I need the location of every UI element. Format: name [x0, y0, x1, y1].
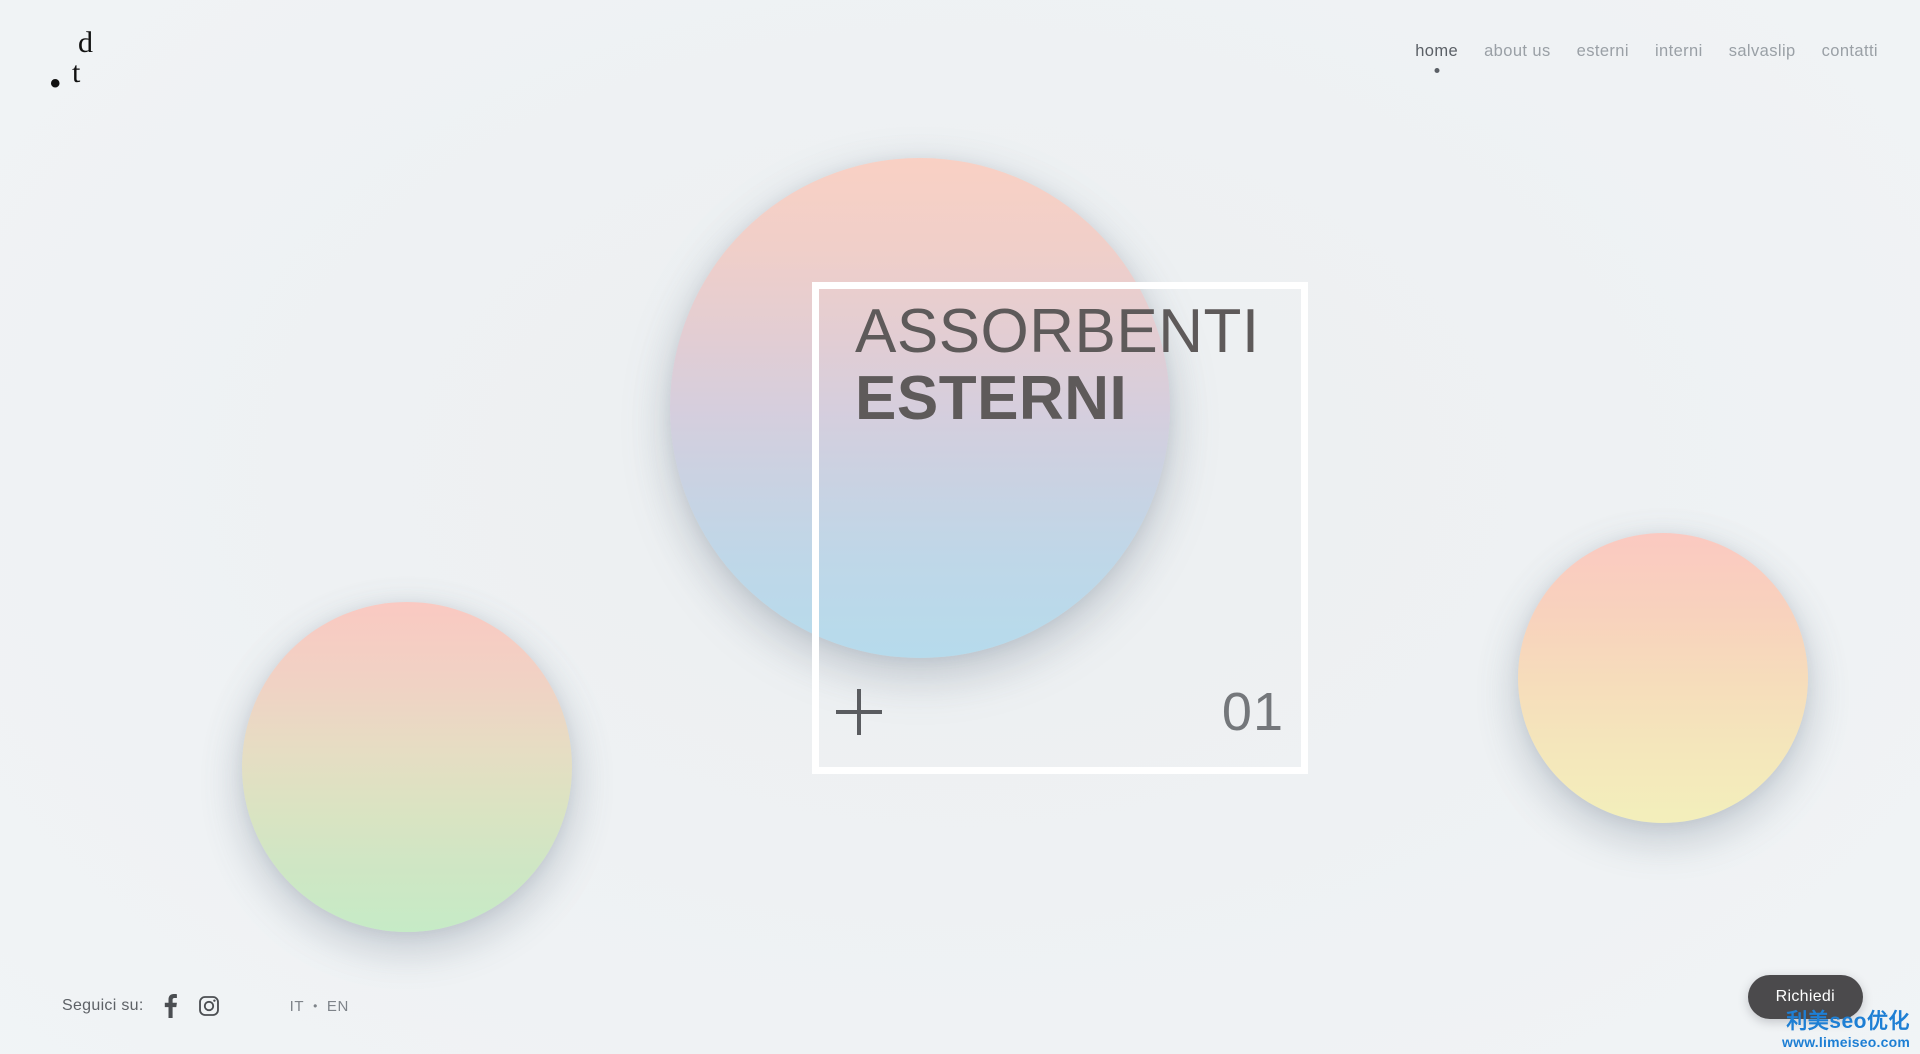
nav-item-home[interactable]: home: [1413, 42, 1460, 75]
nav-item-salvaslip[interactable]: salvaslip: [1727, 42, 1798, 75]
lang-separator: •: [313, 999, 318, 1013]
language-switcher: IT • EN: [290, 998, 349, 1015]
plus-icon[interactable]: [836, 689, 882, 735]
nav-item-about-us[interactable]: about us: [1482, 42, 1553, 75]
slide-number: 01: [1221, 682, 1284, 742]
instagram-icon[interactable]: [198, 994, 220, 1018]
site-header: d • t home about us esterni interni salv…: [0, 0, 1920, 140]
logo-dot-icon: •: [50, 67, 61, 100]
nav-item-esterni[interactable]: esterni: [1575, 42, 1631, 75]
lang-option-en[interactable]: EN: [327, 998, 349, 1015]
hero-frame-footer: 01: [836, 672, 1284, 752]
watermark-line-2: www.limeiseo.com: [1782, 1033, 1910, 1050]
logo-letter-t: t: [72, 56, 81, 89]
site-footer: Seguici su: IT • EN Richiedi: [0, 944, 1920, 1054]
watermark-line-1: 利美seo优化: [1786, 1009, 1910, 1033]
footer-social-group: Seguici su: IT • EN: [62, 994, 349, 1018]
watermark: 利美seo优化 www.limeiseo.com: [1782, 1010, 1910, 1050]
facebook-icon[interactable]: [160, 994, 182, 1018]
main-navigation: home about us esterni interni salvaslip …: [1413, 28, 1880, 75]
social-links: [160, 994, 220, 1018]
logo-letter-d: d: [78, 26, 93, 59]
nav-item-contatti[interactable]: contatti: [1820, 42, 1880, 75]
decor-circle-left: [242, 602, 572, 932]
lang-option-it[interactable]: IT: [290, 998, 305, 1015]
follow-label: Seguici su:: [62, 997, 144, 1014]
decor-circle-right: [1518, 533, 1808, 823]
site-logo[interactable]: d • t: [50, 28, 120, 108]
nav-item-interni[interactable]: interni: [1653, 42, 1705, 75]
